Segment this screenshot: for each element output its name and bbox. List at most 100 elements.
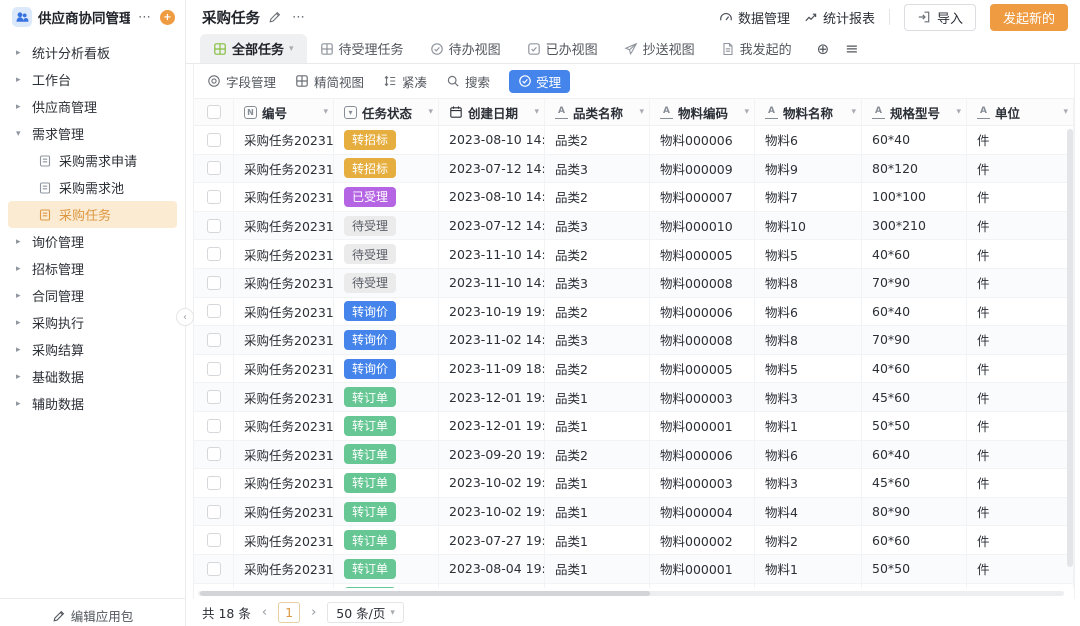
row-checkbox[interactable] bbox=[207, 161, 221, 175]
simple-view-tool[interactable]: 精简视图 bbox=[295, 72, 364, 91]
compact-tool[interactable]: 紧凑 bbox=[383, 72, 427, 91]
filter-caret-icon[interactable] bbox=[744, 107, 749, 117]
row-checkbox[interactable] bbox=[207, 333, 221, 347]
row-checkbox[interactable] bbox=[207, 533, 221, 547]
filter-caret-icon[interactable] bbox=[323, 107, 328, 117]
sidebar-item-supplier-mgmt[interactable]: 供应商管理 bbox=[0, 93, 185, 120]
edit-app-package-label: 编辑应用包 bbox=[71, 606, 134, 625]
page-more-icon[interactable] bbox=[290, 10, 308, 25]
filter-caret-icon[interactable] bbox=[534, 107, 539, 117]
table-row[interactable]: 采购任务2023110...转订单2023-10-02 19:0...品类1物料… bbox=[194, 469, 1074, 498]
sidebar-item-inquiry-mgmt[interactable]: 询价管理 bbox=[0, 228, 185, 255]
table-row[interactable]: 采购任务2023111...转招标2023-07-12 14:5...品类3物料… bbox=[194, 155, 1074, 184]
sidebar-item-procurement-exec[interactable]: 采购执行 bbox=[0, 309, 185, 336]
simple-view-label: 精简视图 bbox=[314, 72, 364, 91]
next-page-button[interactable] bbox=[309, 605, 318, 620]
vertical-scrollbar[interactable] bbox=[1067, 129, 1073, 567]
more-icon[interactable] bbox=[136, 10, 154, 25]
table-row[interactable]: 采购任务2023111...转招标2023-08-10 14:5...品类2物料… bbox=[194, 126, 1074, 155]
edit-title-icon[interactable] bbox=[268, 10, 282, 24]
table-row[interactable]: 采购任务2023110...转订单2023-12-01 19:0...品类1物料… bbox=[194, 383, 1074, 412]
sidebar-item-demand-mgmt[interactable]: 需求管理 bbox=[0, 120, 185, 147]
table-row[interactable]: 采购任务2023111...待受理2023-07-12 14:5...品类3物料… bbox=[194, 212, 1074, 241]
sidebar-item-workbench[interactable]: 工作台 bbox=[0, 66, 185, 93]
sidebar-item-stats-dashboard[interactable]: 统计分析看板 bbox=[0, 39, 185, 66]
tab-my-initiated[interactable]: 我发起的 bbox=[708, 34, 805, 63]
table-row[interactable]: 采购任务2023111...待受理2023-11-10 14:5...品类2物料… bbox=[194, 240, 1074, 269]
row-checkbox[interactable] bbox=[207, 219, 221, 233]
sidebar-collapse-handle[interactable] bbox=[176, 308, 194, 326]
edit-app-package[interactable]: 编辑应用包 bbox=[0, 598, 185, 626]
column-header-created[interactable]: 创建日期 bbox=[439, 99, 545, 125]
sidebar-item-aux-data[interactable]: 辅助数据 bbox=[0, 390, 185, 417]
tab-pending-accept-tasks[interactable]: 待受理任务 bbox=[307, 34, 417, 63]
row-checkbox[interactable] bbox=[207, 390, 221, 404]
row-checkbox[interactable] bbox=[207, 133, 221, 147]
tab-all-tasks[interactable]: 全部任务 bbox=[200, 34, 307, 63]
row-checkbox[interactable] bbox=[207, 505, 221, 519]
search-tool[interactable]: 搜索 bbox=[446, 72, 490, 91]
create-new-button[interactable]: 发起新的 bbox=[990, 4, 1068, 31]
stats-report-button[interactable]: 统计报表 bbox=[804, 8, 875, 27]
column-header-unit[interactable]: 单位 bbox=[967, 99, 1074, 125]
table-row[interactable]: 采购任务2023110...转询价2023-11-09 18:0...品类2物料… bbox=[194, 355, 1074, 384]
row-checkbox[interactable] bbox=[207, 562, 221, 576]
field-mgmt-tool[interactable]: 字段管理 bbox=[207, 72, 276, 91]
data-mgmt-button[interactable]: 数据管理 bbox=[719, 8, 790, 27]
sidebar-item-procurement-settle[interactable]: 采购结算 bbox=[0, 336, 185, 363]
table-row[interactable]: 采购任务2023111...待受理2023-11-10 14:5...品类3物料… bbox=[194, 269, 1074, 298]
sidebar-item-base-data[interactable]: 基础数据 bbox=[0, 363, 185, 390]
table-row[interactable]: 采购任务2023110...转询价2023-11-02 14:0...品类3物料… bbox=[194, 326, 1074, 355]
select-all-checkbox[interactable] bbox=[207, 105, 221, 119]
row-checkbox[interactable] bbox=[207, 247, 221, 261]
filter-caret-icon[interactable] bbox=[639, 107, 644, 117]
table-row[interactable]: 采购任务2023110...转订单2023-09-20 19:0...品类2物料… bbox=[194, 441, 1074, 470]
table-row[interactable]: 转订单 bbox=[194, 584, 1074, 589]
table-row[interactable]: 采购任务2023110...转询价2023-10-19 19:0...品类2物料… bbox=[194, 298, 1074, 327]
accept-button[interactable]: 受理 bbox=[509, 70, 570, 93]
sidebar-item-purchase-pool[interactable]: 采购需求池 bbox=[0, 174, 185, 201]
tab-todo-view[interactable]: 待办视图 bbox=[417, 34, 514, 63]
filter-caret-icon[interactable] bbox=[1063, 107, 1068, 117]
column-header-status[interactable]: 任务状态 bbox=[334, 99, 439, 125]
cell-unit: 件 bbox=[967, 383, 1074, 411]
table-row[interactable]: 采购任务2023111...已受理2023-08-10 14:5...品类2物料… bbox=[194, 183, 1074, 212]
prev-page-button[interactable] bbox=[260, 605, 269, 620]
row-checkbox[interactable] bbox=[207, 190, 221, 204]
add-view-icon[interactable] bbox=[817, 40, 830, 58]
horizontal-scrollbar-thumb[interactable] bbox=[200, 591, 650, 596]
row-checkbox[interactable] bbox=[207, 276, 221, 290]
sidebar-item-purchase-task[interactable]: 采购任务 bbox=[8, 201, 177, 228]
page-size-select[interactable]: 50 条/页 bbox=[327, 602, 404, 623]
app-title: 供应商协同管理... bbox=[38, 7, 130, 27]
column-header-category[interactable]: 品类名称 bbox=[545, 99, 650, 125]
row-checkbox[interactable] bbox=[207, 304, 221, 318]
filter-caret-icon[interactable] bbox=[956, 107, 961, 117]
column-header-material_name[interactable]: 物料名称 bbox=[755, 99, 862, 125]
check-square-icon bbox=[527, 42, 541, 56]
table-row[interactable]: 采购任务2023110...转订单2023-12-01 19:0...品类1物料… bbox=[194, 412, 1074, 441]
row-checkbox[interactable] bbox=[207, 447, 221, 461]
row-checkbox[interactable] bbox=[207, 362, 221, 376]
column-header-number[interactable]: 编号 bbox=[234, 99, 334, 125]
row-checkbox[interactable] bbox=[207, 419, 221, 433]
column-header-spec[interactable]: 规格型号 bbox=[862, 99, 967, 125]
cell-number: 采购任务2023110... bbox=[234, 412, 334, 440]
current-page[interactable]: 1 bbox=[278, 602, 300, 623]
import-button[interactable]: 导入 bbox=[904, 4, 976, 31]
row-checkbox[interactable] bbox=[207, 476, 221, 490]
filter-caret-icon[interactable] bbox=[851, 107, 856, 117]
publish-badge-icon[interactable] bbox=[160, 10, 175, 25]
view-list-icon[interactable] bbox=[845, 39, 858, 58]
horizontal-scrollbar[interactable] bbox=[198, 591, 1064, 596]
column-header-material_code[interactable]: 物料编码 bbox=[650, 99, 755, 125]
sidebar-item-bid-mgmt[interactable]: 招标管理 bbox=[0, 255, 185, 282]
sidebar-item-contract-mgmt[interactable]: 合同管理 bbox=[0, 282, 185, 309]
tab-cc-view[interactable]: 抄送视图 bbox=[611, 34, 708, 63]
tab-done-view[interactable]: 已办视图 bbox=[514, 34, 611, 63]
filter-caret-icon[interactable] bbox=[428, 107, 433, 117]
sidebar-item-purchase-request[interactable]: 采购需求申请 bbox=[0, 147, 185, 174]
table-row[interactable]: 采购任务2023110...转订单2023-07-27 19:0...品类1物料… bbox=[194, 526, 1074, 555]
table-row[interactable]: 采购任务2023110...转订单2023-08-04 19:0...品类1物料… bbox=[194, 555, 1074, 584]
table-row[interactable]: 采购任务2023110...转订单2023-10-02 19:0...品类1物料… bbox=[194, 498, 1074, 527]
